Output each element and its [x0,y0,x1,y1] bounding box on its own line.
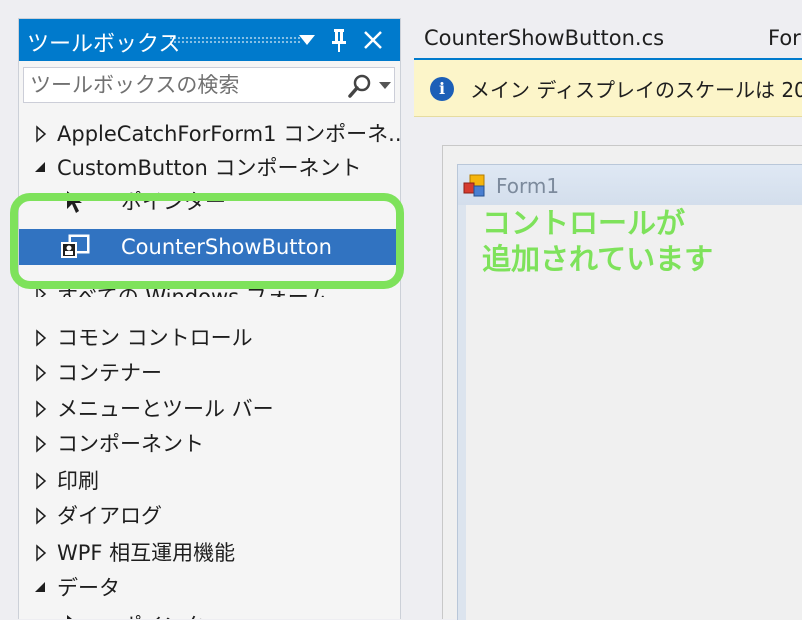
tree-group-label: コモン コントロール [57,326,253,350]
tree-group-label: すべての Windows フォーム [57,285,330,297]
tree-group-dialogs[interactable]: ダイアログ [19,499,400,533]
info-bar-message: メイン ディスプレイのスケールは 200% [470,78,802,102]
tree-group-custombutton[interactable]: CustomButton コンポーネント [19,151,400,185]
tree-group-label: コンポーネント [57,432,204,456]
search-options-dropdown-icon[interactable] [379,82,391,89]
form-app-icon [463,174,485,197]
toolbox-panel: ツールボックス ツールボックスの検索 AppleCatchForForm1 コン… [18,18,401,619]
expand-arrow-icon[interactable] [33,277,49,297]
collapse-arrow-icon[interactable] [33,151,49,185]
tree-item-label: CounterShowButton [121,235,332,259]
tab-form[interactable]: For [768,18,801,58]
pointer-icon [67,615,72,619]
tree-group-label: データ [57,576,120,600]
pin-icon [332,29,346,52]
close-icon [364,31,382,49]
tree-group-label: AppleCatchForForm1 コンポーネ... [57,122,400,146]
tree-group-menus-toolbars[interactable]: メニューとツール バー [19,392,400,426]
tree-group-printing[interactable]: 印刷 [19,464,400,498]
titlebar-grip[interactable] [169,36,301,44]
window-position-button[interactable] [293,19,321,61]
expand-arrow-icon[interactable] [33,464,49,498]
info-bar: i メイン ディスプレイのスケールは 200% [414,60,802,117]
tree-group-common-controls[interactable]: コモン コントロール [19,321,400,355]
tree-group-components[interactable]: コンポーネント [19,427,400,461]
expand-arrow-icon[interactable] [33,117,49,151]
annotation-text: コントロールが 追加されています [482,206,714,276]
left-edge [0,0,18,618]
close-button[interactable] [359,19,387,61]
pin-button[interactable] [325,19,353,61]
tree-item-countershowbutton[interactable]: CounterShowButton [19,229,400,265]
tree-group-label: CustomButton コンポーネント [57,156,362,180]
tree-group-wpf-interop[interactable]: WPF 相互運用機能 [19,536,400,570]
tree-item-pointer[interactable]: ポインター [19,185,400,219]
form-titlebar[interactable]: Form1 [458,165,802,205]
tree-group-applecatch[interactable]: AppleCatchForForm1 コンポーネ... [19,117,400,151]
search-icon[interactable] [347,73,373,99]
document-tab-bar: CounterShowButton.cs For [414,18,802,60]
tree-group-label: コンテナー [57,361,162,385]
tab-countershowbutton-cs[interactable]: CounterShowButton.cs [424,18,664,58]
info-icon: i [430,77,454,101]
tree-group-data[interactable]: データ [19,571,400,605]
tree-group-containers[interactable]: コンテナー [19,356,400,390]
toolbox-titlebar[interactable]: ツールボックス [19,19,400,61]
toolbox-title: ツールボックス [27,32,181,57]
tree-group-all-winforms[interactable]: すべての Windows フォーム [19,277,400,297]
search-input[interactable] [30,68,330,102]
form-title: Form1 [496,174,560,198]
expand-arrow-icon[interactable] [33,427,49,461]
chevron-down-icon [299,35,315,45]
user-control-icon [61,234,90,258]
expand-arrow-icon[interactable] [33,356,49,390]
tree-group-label: メニューとツール バー [57,397,274,421]
pointer-icon [67,191,82,213]
expand-arrow-icon[interactable] [33,499,49,533]
tree-group-label: WPF 相互運用機能 [57,541,236,565]
designer-surface: Form1 [414,117,802,620]
expand-arrow-icon[interactable] [33,536,49,570]
expand-arrow-icon[interactable] [33,321,49,355]
tree-group-label: ダイアログ [57,504,162,528]
expand-arrow-icon[interactable] [33,392,49,426]
tree-item-label: ポインター [121,190,226,214]
tree-group-label: 印刷 [57,469,99,493]
collapse-arrow-icon[interactable] [33,571,49,605]
toolbox-search [23,67,395,103]
